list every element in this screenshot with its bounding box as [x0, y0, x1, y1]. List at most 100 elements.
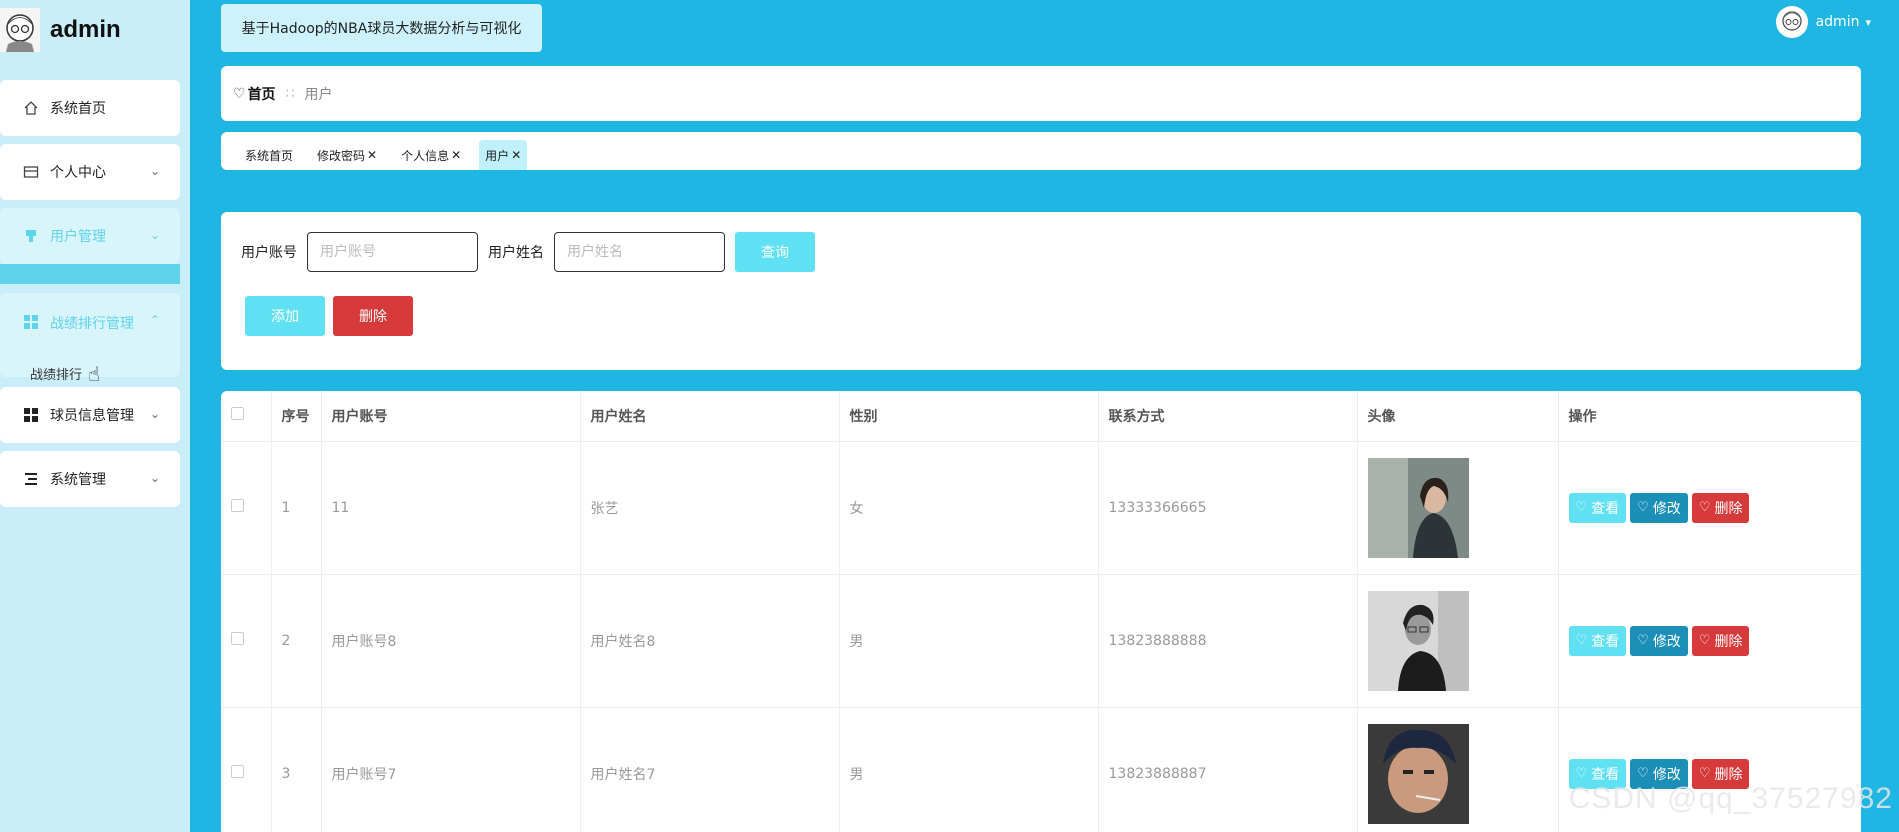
cell-account: 用户账号8	[321, 574, 581, 708]
list-icon	[22, 470, 40, 488]
row-checkbox[interactable]	[231, 765, 244, 778]
avatar-photo	[1367, 723, 1469, 824]
column-header: 用户账号	[321, 391, 581, 442]
avatar-photo	[1367, 457, 1469, 558]
sidebar-subitem-ranking[interactable]: 战绩排行	[30, 364, 82, 383]
sidebar-item-personal-center[interactable]: 个人中心 ⌄	[0, 144, 180, 200]
tab-user[interactable]: 用户 ✕	[479, 140, 528, 170]
cell-gender: 男	[839, 707, 1099, 832]
chevron-down-icon: ⌄	[149, 164, 160, 178]
sidebar-item-label: 战绩排行管理	[50, 316, 134, 332]
tab-label: 修改密码	[317, 148, 366, 163]
close-icon[interactable]: ✕	[451, 148, 461, 162]
caret-down-icon: ▾	[1865, 15, 1871, 29]
search-panel: 用户账号 用户姓名 查询 添加 删除	[221, 212, 1861, 370]
row-checkbox[interactable]	[231, 499, 244, 512]
heart-icon: ♡	[1637, 766, 1649, 781]
logo-row: admin	[0, 6, 190, 54]
cell-gender: 男	[839, 574, 1099, 708]
sidebar-item-label: 球员信息管理	[50, 408, 134, 424]
heart-icon: ♡	[1698, 500, 1711, 515]
select-all-checkbox[interactable]	[231, 407, 244, 421]
cell-index: 3	[271, 707, 322, 832]
cell-avatar	[1357, 441, 1559, 575]
edit-button[interactable]: ♡ 修改	[1630, 492, 1688, 523]
edit-label: 修改	[1652, 766, 1681, 783]
table-header-row: 序号 用户账号 用户姓名 性别 联系方式 头像 操作	[221, 391, 1861, 442]
sidebar: admin 系统首页 个人中心 ⌄ 用户管理 ⌄ 战绩排行管理 ⌃ 战绩排行 ☝	[0, 0, 190, 832]
tab-change-password[interactable]: 修改密码 ✕	[311, 140, 383, 170]
sidebar-item-label: 用户管理	[50, 229, 106, 245]
cell-index: 1	[271, 441, 322, 575]
sidebar-item-user-manage[interactable]: 用户管理 ⌄	[0, 208, 180, 264]
user-menu[interactable]: admin ▾	[1775, 6, 1871, 38]
heart-icon: ♡	[1698, 766, 1711, 781]
breadcrumb-current: 用户	[304, 86, 333, 103]
view-label: 查看	[1591, 766, 1620, 783]
app-name: admin	[50, 16, 121, 43]
query-button[interactable]: 查询	[735, 232, 815, 272]
tab-home[interactable]: 系统首页	[239, 140, 299, 170]
close-icon[interactable]: ✕	[367, 148, 377, 162]
view-button[interactable]: ♡ 查看	[1568, 492, 1627, 523]
close-icon[interactable]: ✕	[511, 148, 521, 162]
user-table: 序号 用户账号 用户姓名 性别 联系方式 头像 操作 1 11 张艺 女 133…	[221, 391, 1861, 832]
cell-account: 用户账号7	[321, 707, 581, 832]
cell-phone: 13823888887	[1098, 707, 1358, 832]
user-manage-icon	[22, 227, 40, 245]
sidebar-item-player-info[interactable]: 球员信息管理 ⌄	[0, 387, 180, 443]
tab-label: 用户	[485, 148, 510, 163]
delete-button[interactable]: 删除	[333, 296, 413, 336]
delete-row-button[interactable]: ♡ 删除	[1691, 625, 1750, 656]
view-label: 查看	[1591, 633, 1620, 650]
sidebar-item-home[interactable]: 系统首页	[0, 80, 180, 136]
column-header: 联系方式	[1098, 391, 1358, 442]
heart-icon: ♡	[1575, 766, 1588, 781]
sidebar-item-label: 系统首页	[50, 101, 106, 117]
cell-actions: ♡ 查看 ♡ 修改 ♡ 删除	[1558, 441, 1861, 575]
cell-avatar	[1357, 574, 1559, 708]
row-checkbox[interactable]	[231, 632, 244, 645]
cell-actions: ♡ 查看 ♡ 修改 ♡ 删除	[1558, 574, 1861, 708]
column-header: 序号	[271, 391, 322, 442]
avatar-photo	[1367, 590, 1469, 691]
grid-icon	[22, 313, 40, 331]
edit-button[interactable]: ♡ 修改	[1630, 625, 1688, 656]
heart-icon: ♡	[1575, 633, 1588, 648]
cell-gender: 女	[839, 441, 1099, 575]
active-indicator	[0, 264, 180, 284]
system-title: 基于Hadoop的NBA球员大数据分析与可视化	[221, 4, 542, 52]
select-all-cell[interactable]	[221, 391, 272, 442]
column-header: 操作	[1558, 391, 1861, 442]
user-table-panel: 序号 用户账号 用户姓名 性别 联系方式 头像 操作 1 11 张艺 女 133…	[221, 391, 1861, 832]
delete-label: 删除	[1714, 766, 1743, 783]
chevron-up-icon: ⌃	[149, 313, 160, 327]
row-select-cell[interactable]	[221, 707, 272, 832]
account-input[interactable]	[307, 232, 478, 272]
chevron-down-icon: ⌄	[149, 407, 160, 421]
home-icon	[22, 99, 40, 117]
sidebar-item-label: 个人中心	[50, 165, 106, 181]
delete-row-button[interactable]: ♡ 删除	[1691, 492, 1750, 523]
account-label: 用户账号	[241, 245, 297, 261]
logo-avatar	[0, 8, 40, 52]
edit-label: 修改	[1652, 500, 1681, 517]
cell-index: 2	[271, 574, 322, 708]
sidebar-item-system-manage[interactable]: 系统管理 ⌄	[0, 451, 180, 507]
watermark: CSDN @qq_37527982	[1568, 782, 1893, 815]
breadcrumb-home[interactable]: 首页	[248, 84, 276, 104]
heart-icon: ♡	[233, 85, 246, 102]
row-select-cell[interactable]	[221, 441, 272, 575]
cell-phone: 13333366665	[1098, 441, 1358, 575]
tab-personal-info[interactable]: 个人信息 ✕	[395, 140, 467, 170]
hand-cursor-icon: ☝	[88, 362, 101, 386]
card-icon	[22, 163, 40, 181]
grid-icon	[22, 406, 40, 424]
add-button[interactable]: 添加	[245, 296, 325, 336]
name-input[interactable]	[554, 232, 725, 272]
column-header: 头像	[1357, 391, 1559, 442]
cell-name: 用户姓名8	[580, 574, 840, 708]
view-button[interactable]: ♡ 查看	[1568, 625, 1627, 656]
row-select-cell[interactable]	[221, 574, 272, 708]
cell-avatar	[1357, 707, 1559, 832]
